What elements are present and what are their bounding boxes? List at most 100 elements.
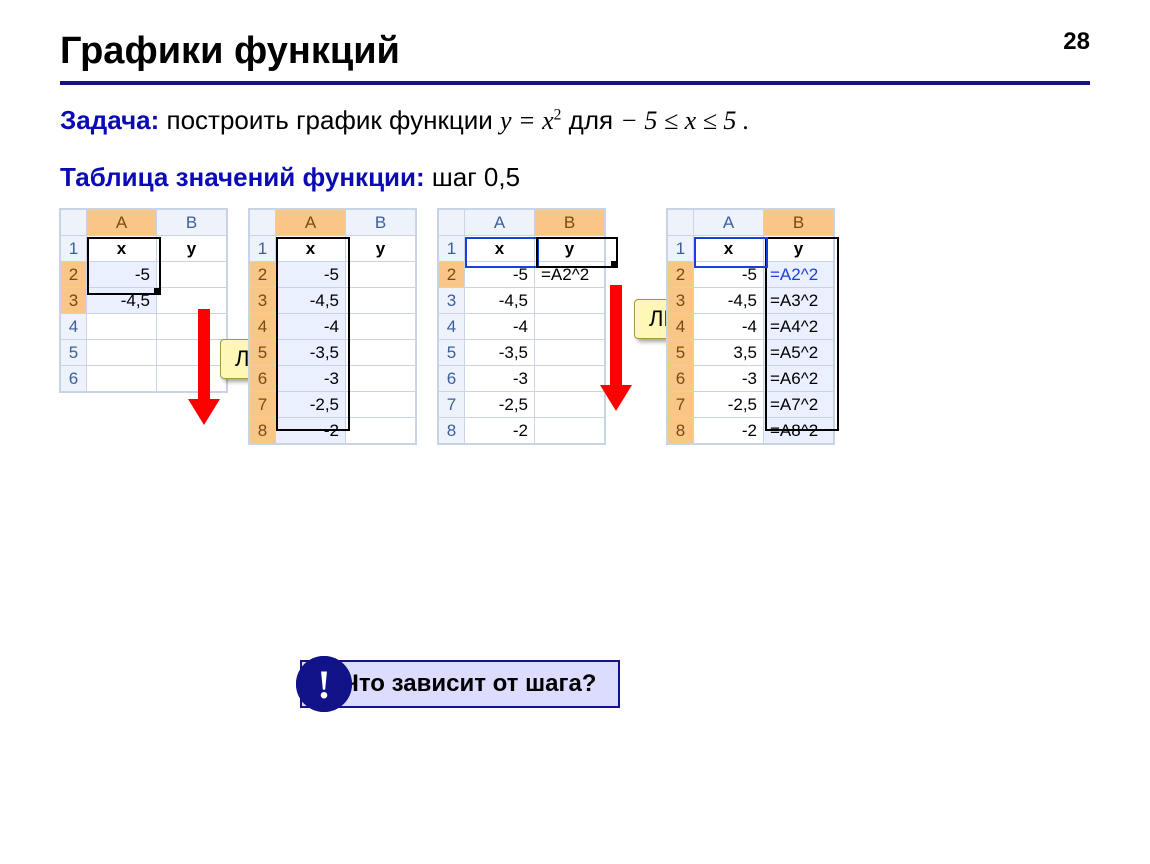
- selection-handle: [611, 261, 618, 268]
- footer-note: ! Что зависит от шага?: [300, 660, 620, 708]
- row-header: 2: [439, 262, 465, 288]
- task-label: Задача:: [60, 105, 159, 135]
- cell: [535, 392, 605, 418]
- row-header: 6: [668, 366, 694, 392]
- cell: x: [276, 236, 346, 262]
- cell: =A4^2: [764, 314, 834, 340]
- row-header: 1: [250, 236, 276, 262]
- cell: -4,5: [694, 288, 764, 314]
- task-range: − 5 ≤ x ≤ 5 .: [620, 106, 749, 135]
- col-header-b: B: [157, 210, 227, 236]
- col-header-a: A: [465, 210, 535, 236]
- task-text: построить график функции: [159, 105, 500, 135]
- corner-cell: [668, 210, 694, 236]
- row-header: 4: [61, 314, 87, 340]
- col-header-b: B: [346, 210, 416, 236]
- cell: [346, 314, 416, 340]
- cell: =A7^2: [764, 392, 834, 418]
- row-header: 2: [61, 262, 87, 288]
- row-header: 6: [250, 366, 276, 392]
- spreadsheet: AB 1xy 2-5 3-4,5 4-4 5-3,5 6-3 7-2,5 8-2: [249, 209, 416, 444]
- cell: -2: [276, 418, 346, 444]
- cell: [346, 340, 416, 366]
- row-header: 3: [61, 288, 87, 314]
- cell: -2: [465, 418, 535, 444]
- cell: =A3^2: [764, 288, 834, 314]
- row-header: 6: [61, 366, 87, 392]
- cell: -5: [87, 262, 157, 288]
- row-header: 5: [439, 340, 465, 366]
- row-header: 1: [61, 236, 87, 262]
- cell: [535, 314, 605, 340]
- row-header: 4: [439, 314, 465, 340]
- cell: [346, 392, 416, 418]
- cell: -2,5: [465, 392, 535, 418]
- slide-title: Графики функций: [60, 30, 1090, 73]
- cell: [535, 288, 605, 314]
- task-for: для: [561, 105, 620, 135]
- cell: [87, 340, 157, 366]
- exclamation-icon: !: [296, 656, 352, 712]
- cell: =A2^2: [764, 262, 834, 288]
- cell: -2: [694, 418, 764, 444]
- row-header: 3: [250, 288, 276, 314]
- cell: -2,5: [276, 392, 346, 418]
- row-header: 3: [668, 288, 694, 314]
- sheet-1: AB 1xy 2-5 3-4,5 4 5 6 ЛКМ: [60, 209, 227, 392]
- cell: -5: [694, 262, 764, 288]
- cell: [346, 288, 416, 314]
- sheet-2: AB 1xy 2-5 3-4,5 4-4 5-3,5 6-3 7-2,5 8-2: [249, 209, 416, 444]
- cell: -4: [465, 314, 535, 340]
- cell: -5: [465, 262, 535, 288]
- cell: -4,5: [276, 288, 346, 314]
- cell: =A8^2: [764, 418, 834, 444]
- cell: -3,5: [465, 340, 535, 366]
- spreadsheet: AB 1xy 2-5=A2^2 3-4,5=A3^2 4-4=A4^2 53,5…: [667, 209, 834, 444]
- corner-cell: [439, 210, 465, 236]
- row-header: 2: [668, 262, 694, 288]
- title-divider: [60, 81, 1090, 85]
- page-number: 28: [1063, 28, 1090, 56]
- row-header: 8: [668, 418, 694, 444]
- cell: -3,5: [276, 340, 346, 366]
- cell: -4,5: [465, 288, 535, 314]
- cell: y: [346, 236, 416, 262]
- cell: x: [87, 236, 157, 262]
- col-header-a: A: [694, 210, 764, 236]
- cell: y: [157, 236, 227, 262]
- step-text: шаг 0,5: [425, 162, 520, 192]
- cell: =A5^2: [764, 340, 834, 366]
- row-header: 4: [668, 314, 694, 340]
- cell: [346, 262, 416, 288]
- row-header: 8: [250, 418, 276, 444]
- formula-lhs: y = x: [500, 106, 554, 135]
- cell: y: [535, 236, 605, 262]
- col-header-b: B: [535, 210, 605, 236]
- spreadsheet: AB 1xy 2-5=A2^2 3-4,5 4-4 5-3,5 6-3 7-2,…: [438, 209, 605, 444]
- sheet-3: AB 1xy 2-5=A2^2 3-4,5 4-4 5-3,5 6-3 7-2,…: [438, 209, 605, 444]
- cell: -4: [276, 314, 346, 340]
- row-header: 7: [439, 392, 465, 418]
- row-header: 5: [668, 340, 694, 366]
- cell: -4: [694, 314, 764, 340]
- task-line: Задача: построить график функции y = x2 …: [60, 105, 1090, 136]
- cell: -5: [276, 262, 346, 288]
- col-header-a: A: [87, 210, 157, 236]
- cell: x: [694, 236, 764, 262]
- row-header: 5: [250, 340, 276, 366]
- row-header: 4: [250, 314, 276, 340]
- cell: [87, 366, 157, 392]
- row-header: 3: [439, 288, 465, 314]
- drag-arrow-icon: [610, 285, 632, 411]
- cell: =A6^2: [764, 366, 834, 392]
- drag-arrow-icon: [198, 309, 220, 425]
- cell: -3: [276, 366, 346, 392]
- cell: x: [465, 236, 535, 262]
- row-header: 5: [61, 340, 87, 366]
- sheet-row: AB 1xy 2-5 3-4,5 4 5 6 ЛКМ AB 1xy 2-5 3-…: [60, 209, 1090, 444]
- corner-cell: [61, 210, 87, 236]
- cell: [535, 366, 605, 392]
- task-formula: y = x2: [500, 106, 561, 135]
- values-line: Таблица значений функции: шаг 0,5: [60, 162, 1090, 193]
- cell: [157, 262, 227, 288]
